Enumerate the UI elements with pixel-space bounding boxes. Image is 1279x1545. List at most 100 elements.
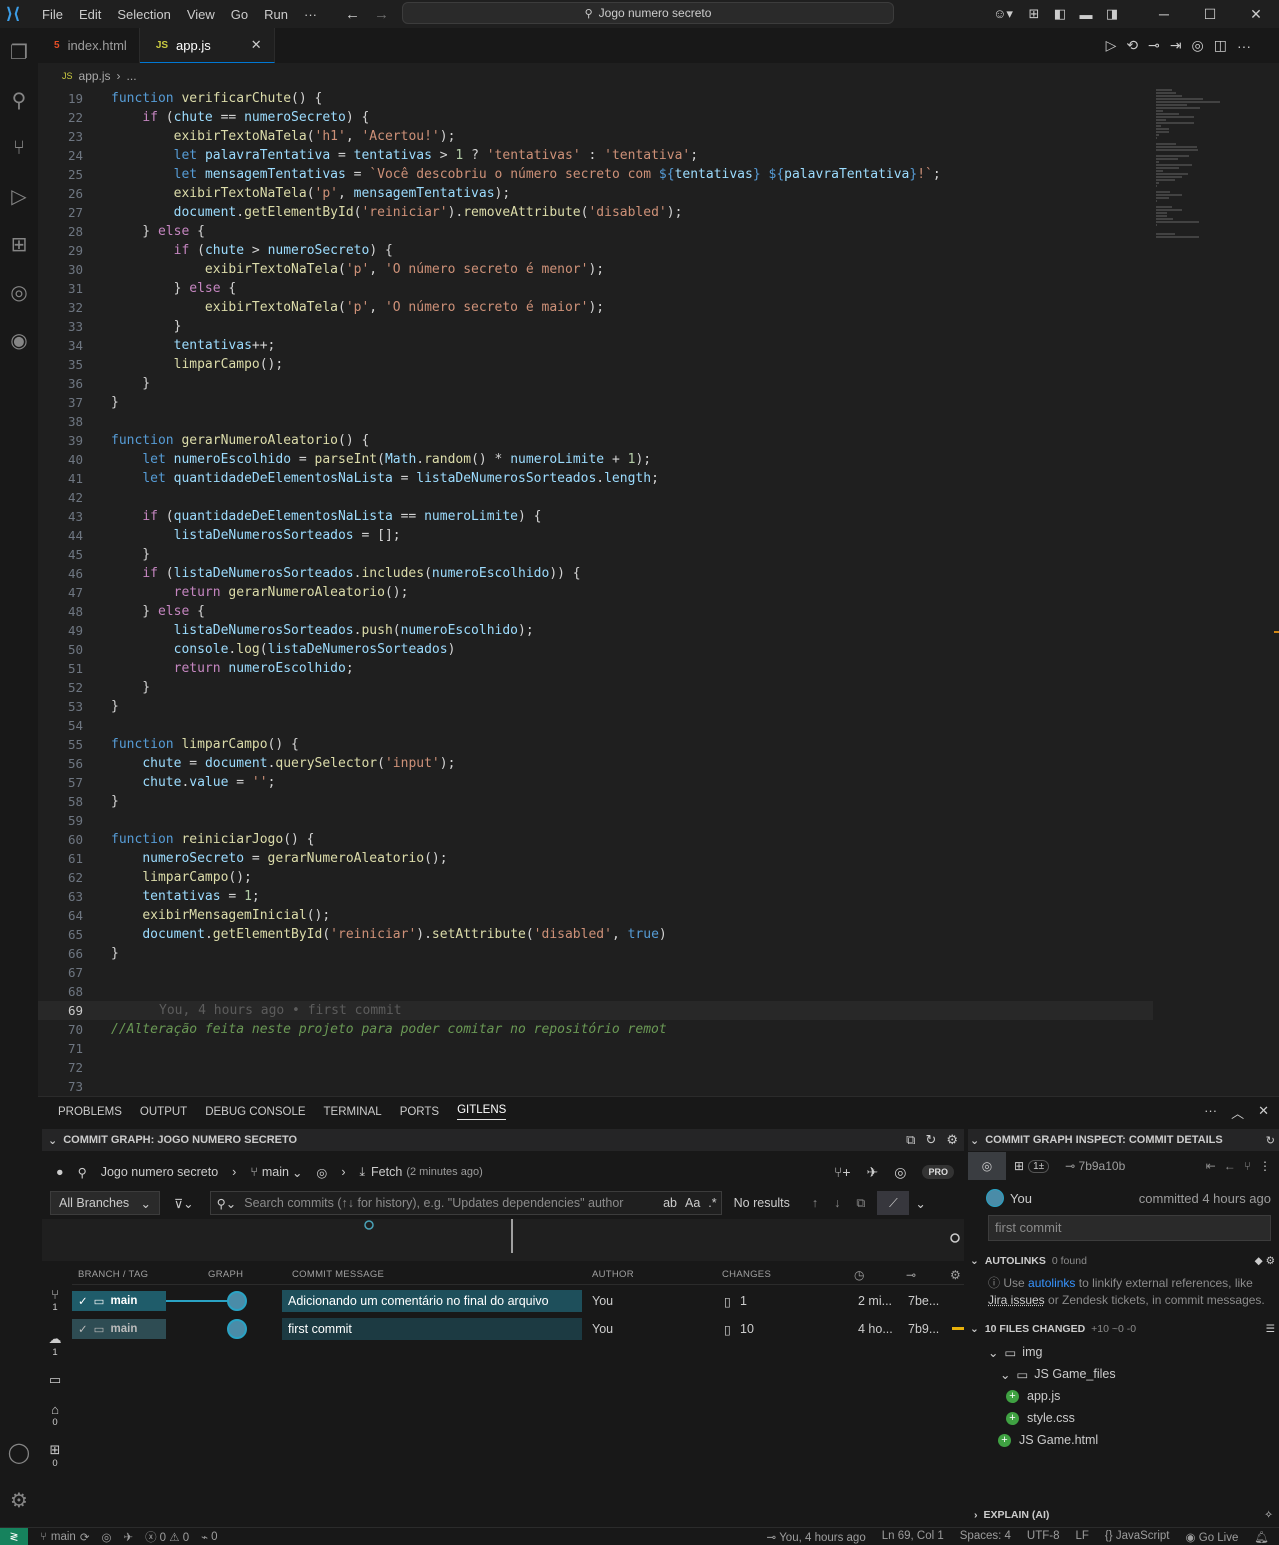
code-line[interactable]: 25 let mensagemTentativas = `Você descob… — [38, 165, 1153, 184]
tree-folder-js-game-files[interactable]: ⌄ ▭ JS Game_files — [968, 1363, 1279, 1385]
code-line[interactable]: 58} — [38, 792, 1153, 811]
commit-avatar[interactable] — [227, 1319, 247, 1339]
commit-tab-icon[interactable]: ◎ — [968, 1152, 1006, 1180]
code-line[interactable]: 64 exibirMensagemInicial(); — [38, 906, 1153, 925]
back-arrow-icon[interactable]: ← — [345, 6, 360, 23]
sparkle-icon[interactable]: ✧ — [1264, 1509, 1273, 1521]
run-icon[interactable]: ▷ — [1106, 37, 1117, 54]
menu-more[interactable]: ··· — [296, 7, 325, 22]
encoding[interactable]: UTF-8 — [1027, 1530, 1060, 1544]
code-line[interactable]: 33 } — [38, 317, 1153, 336]
gitlens-inspect-icon[interactable]: ◎ — [1192, 37, 1204, 54]
refresh-icon[interactable]: ↻ — [1266, 1134, 1275, 1147]
branch-status[interactable]: ⑂ main ⟳ — [40, 1530, 89, 1544]
column-author[interactable]: AUTHOR — [592, 1269, 634, 1280]
toggle-primary-sidebar-icon[interactable]: ◧ — [1047, 6, 1073, 22]
notifications-bell-icon[interactable]: 🔔︎ — [1254, 1530, 1269, 1544]
tree-file-js-game-html[interactable]: + JS Game.html — [968, 1429, 1279, 1451]
tree-file-style-css[interactable]: + style.css — [968, 1407, 1279, 1429]
autolinks-settings-icon[interactable]: ◆ ⚙ — [1255, 1255, 1275, 1267]
menu-run[interactable]: Run — [256, 7, 296, 22]
regex-icon[interactable]: .* — [708, 1196, 716, 1210]
tags-rail-icon[interactable]: ⌂ — [42, 1402, 68, 1417]
view-as-list-icon[interactable]: ☰ — [1266, 1323, 1275, 1335]
cursor-position[interactable]: Ln 69, Col 1 — [882, 1530, 944, 1544]
extensions-icon[interactable]: ⊞ — [0, 220, 38, 268]
code-line[interactable]: 60 function reiniciarJogo() { — [38, 830, 1153, 849]
branch-selector[interactable]: ⑂ main ⌄ — [250, 1165, 302, 1180]
filter-icon[interactable]: ⊽⌄ — [174, 1196, 194, 1211]
maximize-icon[interactable]: ☐ — [1187, 6, 1233, 23]
minimize-icon[interactable]: ─ — [1141, 6, 1187, 22]
commit-search-input[interactable]: ⚲⌄ Search commits (↑↓ for history), e.g.… — [209, 1191, 722, 1215]
code-line[interactable]: 55 function limparCampo() { — [38, 735, 1153, 754]
tab-gitlens[interactable]: GITLENS — [457, 1104, 507, 1120]
branch-tag[interactable]: ✓ ▭ main — [72, 1291, 166, 1311]
upstream-icon[interactable]: ◎ — [316, 1165, 327, 1180]
code-line[interactable]: 34 tentativas++; — [38, 336, 1153, 355]
code-line[interactable]: 24 let palavraTentativa = tentativas > 1… — [38, 146, 1153, 165]
ports-status[interactable]: ⌁ 0 — [201, 1530, 217, 1544]
commit-sha-label[interactable]: ⊸ 7b9a10b — [1065, 1159, 1125, 1173]
code-line[interactable]: 40 let numeroEscolhido = parseInt(Math.r… — [38, 450, 1153, 469]
code-line[interactable]: 19 function verificarChute() { — [38, 89, 1153, 108]
stashes-rail-icon[interactable]: ▭ — [42, 1372, 68, 1388]
maximize-panel-icon[interactable]: ︿ — [1231, 1103, 1244, 1122]
next-result-icon[interactable]: ↓ — [834, 1196, 840, 1211]
code-line[interactable]: 46 if (listaDeNumerosSorteados.includes(… — [38, 564, 1153, 583]
tree-folder-img[interactable]: ⌄ ▭ img — [968, 1341, 1279, 1363]
branch-tag[interactable]: ✓ ▭ main — [72, 1319, 166, 1339]
code-line[interactable]: 56 chute = document.querySelector('input… — [38, 754, 1153, 773]
code-line[interactable]: 27 document.getElementById('reiniciar').… — [38, 203, 1153, 222]
chevron-down-icon[interactable]: ⌄ — [915, 1196, 925, 1211]
code-line[interactable]: 71 — [38, 1039, 1153, 1058]
tab-output[interactable]: OUTPUT — [140, 1106, 187, 1118]
close-window-icon[interactable]: ✕ — [1233, 6, 1279, 23]
more-actions-icon[interactable]: ··· — [1237, 38, 1251, 54]
panel-more-icon[interactable]: ··· — [1204, 1103, 1217, 1122]
code-line[interactable]: 63 tentativas = 1; — [38, 887, 1153, 906]
commit-row[interactable]: ✓ ▭ main Adicionando um comentário no fi… — [72, 1289, 964, 1313]
pin-icon[interactable]: ⇤ — [1206, 1159, 1216, 1173]
remotes-rail-icon[interactable]: ☁ — [42, 1331, 68, 1347]
forward-arrow-icon[interactable]: → — [374, 6, 389, 23]
code-line[interactable]: 73 — [38, 1077, 1153, 1096]
search-view-icon[interactable]: ⚲ — [0, 76, 38, 124]
source-control-icon[interactable]: ⑂ — [0, 124, 38, 172]
code-line[interactable]: 38 — [38, 412, 1153, 431]
code-line[interactable]: 65 document.getElementById('reiniciar').… — [38, 925, 1153, 944]
refresh-icon[interactable]: ↻ — [925, 1132, 936, 1148]
breadcrumb-symbol[interactable]: ... — [127, 69, 137, 83]
branches-rail-icon[interactable]: ⑂ — [42, 1287, 68, 1302]
remote-indicator-icon[interactable]: ≷ — [0, 1527, 28, 1545]
graph-settings-icon[interactable]: ⚙ — [946, 1132, 958, 1148]
breadcrumb-file[interactable]: app.js — [79, 69, 111, 83]
code-line[interactable]: 54 — [38, 716, 1153, 735]
commit-sha-icon[interactable]: ⊸ — [906, 1268, 916, 1282]
code-line[interactable]: 29 if (chute > numeroSecreto) { — [38, 241, 1153, 260]
tab-debug-console[interactable]: DEBUG CONSOLE — [205, 1106, 305, 1118]
split-editor-icon[interactable]: ◫ — [1214, 37, 1227, 54]
open-results-icon[interactable]: ⧉ — [856, 1196, 865, 1211]
accounts-icon[interactable]: ◯ — [0, 1428, 38, 1476]
code-line[interactable]: 26 exibirTextoNaTela('p', mensagemTentat… — [38, 184, 1153, 203]
blame-status[interactable]: ⊸ You, 4 hours ago — [767, 1530, 866, 1544]
toggle-minimap-chart-icon[interactable]: ⟋ — [877, 1191, 910, 1215]
code-line[interactable]: 43 if (quantidadeDeElementosNaLista == n… — [38, 507, 1153, 526]
code-line[interactable]: 35 limparCampo(); — [38, 355, 1153, 374]
column-graph[interactable]: GRAPH — [208, 1269, 243, 1280]
code-line[interactable]: 23 exibirTextoNaTela('h1', 'Acertou!'); — [38, 127, 1153, 146]
clock-icon[interactable]: ◷ — [854, 1268, 865, 1282]
problems-status[interactable]: ⓧ 0 ⚠ 0 — [145, 1529, 189, 1545]
github-icon[interactable]: ● — [56, 1165, 64, 1179]
remote-explorer-icon[interactable]: ◉ — [0, 316, 38, 364]
menu-edit[interactable]: Edit — [71, 7, 109, 22]
code-line[interactable]: 36 } — [38, 374, 1153, 393]
wip-tab[interactable]: ⊞ 1± — [1014, 1152, 1050, 1180]
code-line[interactable]: 70 //Alteração feita neste projeto para p… — [38, 1020, 1153, 1039]
open-in-editor-icon[interactable]: ⧉ — [906, 1132, 915, 1148]
author-name[interactable]: You — [1010, 1191, 1032, 1206]
code-line[interactable]: 62 limparCampo(); — [38, 868, 1153, 887]
command-center-search[interactable]: ⚲ Jogo numero secreto — [402, 2, 894, 24]
tab-problems[interactable]: PROBLEMS — [58, 1106, 122, 1118]
